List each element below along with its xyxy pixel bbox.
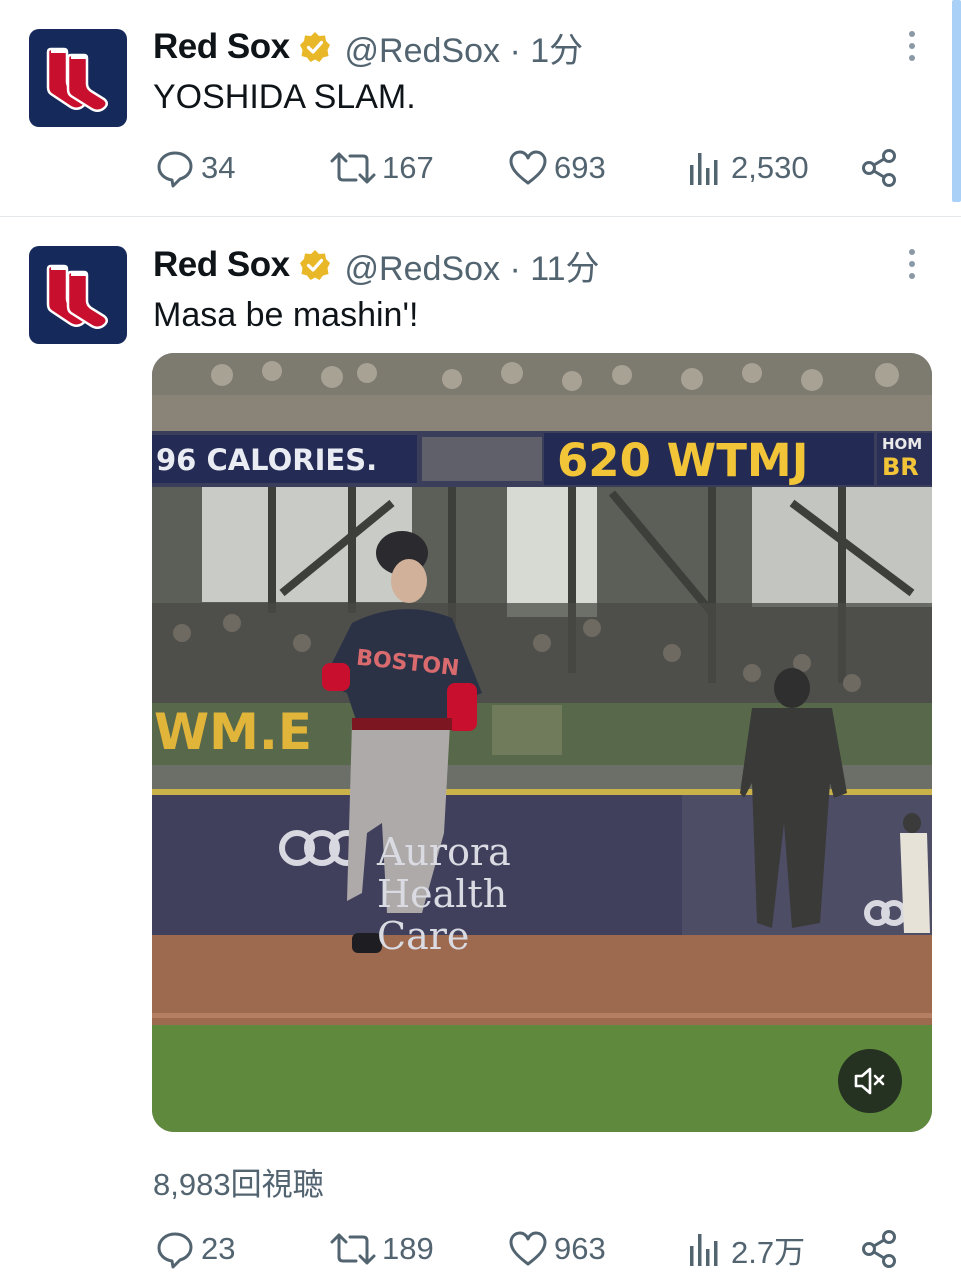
board-home-bottom: BR — [882, 453, 919, 481]
repost-button[interactable]: 167 — [330, 143, 434, 193]
red-sox-logo-icon — [46, 264, 108, 329]
red-sox-logo-icon — [46, 47, 108, 112]
repost-button[interactable]: 189 — [330, 1224, 434, 1274]
share-icon — [862, 1230, 896, 1268]
heart-icon — [509, 150, 547, 185]
analytics-icon — [690, 1234, 718, 1266]
reply-count: 34 — [201, 150, 236, 185]
verified-badge-icon — [299, 250, 330, 280]
reply-button[interactable]: 23 — [155, 1224, 235, 1274]
repost-icon — [330, 1233, 376, 1265]
more-options-icon[interactable] — [902, 244, 922, 284]
board-calories: 96 CALORIES. — [156, 443, 378, 477]
handle-and-time[interactable]: @RedSox · 11分 — [345, 241, 600, 290]
board-home-top: HOM — [882, 435, 923, 453]
tweet-card[interactable]: Red Sox @RedSox · 11分 Masa be mashin'! 9… — [0, 217, 961, 1280]
mute-button[interactable] — [838, 1049, 902, 1113]
analytics-icon — [690, 153, 718, 185]
like-button[interactable]: 693 — [508, 143, 606, 193]
like-button[interactable]: 963 — [508, 1224, 606, 1274]
avatar[interactable] — [29, 29, 127, 127]
author-name[interactable]: Red Sox — [153, 245, 290, 285]
tweet-header: Red Sox @RedSox · 1分 — [153, 27, 583, 70]
tweet-header: Red Sox @RedSox · 11分 — [153, 245, 600, 288]
share-button[interactable] — [860, 143, 900, 193]
more-options-icon[interactable] — [902, 26, 922, 66]
views-button[interactable]: 2,530 — [685, 143, 809, 193]
tweet-card[interactable]: Red Sox @RedSox · 1分 YOSHIDA SLAM. 34 16… — [0, 0, 961, 217]
author-name[interactable]: Red Sox — [153, 27, 290, 67]
repost-icon — [330, 152, 376, 184]
reply-icon — [157, 1232, 193, 1269]
repost-count: 189 — [382, 1231, 434, 1266]
scrollbar[interactable] — [952, 0, 961, 202]
repost-count: 167 — [382, 150, 434, 185]
avatar[interactable] — [29, 246, 127, 344]
reply-count: 23 — [201, 1231, 236, 1266]
wall-sign: Aurora Health Care — [377, 830, 511, 958]
view-count: 2,530 — [731, 150, 809, 185]
reply-button[interactable]: 34 — [155, 143, 235, 193]
tweet-text: Masa be mashin'! — [153, 296, 419, 334]
verified-badge-icon — [299, 32, 330, 62]
like-count: 963 — [554, 1231, 606, 1266]
share-icon — [862, 149, 896, 187]
reply-icon — [157, 151, 193, 188]
share-button[interactable] — [860, 1224, 900, 1274]
view-count: 2.7万 — [731, 1234, 806, 1270]
views-button[interactable]: 2.7万 — [685, 1224, 805, 1274]
tweet-actions: 23 189 963 2.7万 — [150, 1224, 910, 1274]
wall-left-text: WM.E — [154, 703, 313, 761]
video-player[interactable]: 96 CALORIES. 620 WTMJ HOM BR WM.E Aurora… — [152, 353, 932, 1132]
tweet-text: YOSHIDA SLAM. — [153, 78, 416, 116]
heart-icon — [509, 1231, 547, 1266]
tweet-actions: 34 167 693 2,530 — [150, 143, 910, 193]
speaker-muted-icon — [854, 1067, 885, 1095]
board-radio: 620 WTMJ — [557, 434, 809, 487]
like-count: 693 — [554, 150, 606, 185]
video-view-count: 8,983回視聴 — [153, 1167, 324, 1202]
handle-and-time[interactable]: @RedSox · 1分 — [345, 23, 584, 72]
